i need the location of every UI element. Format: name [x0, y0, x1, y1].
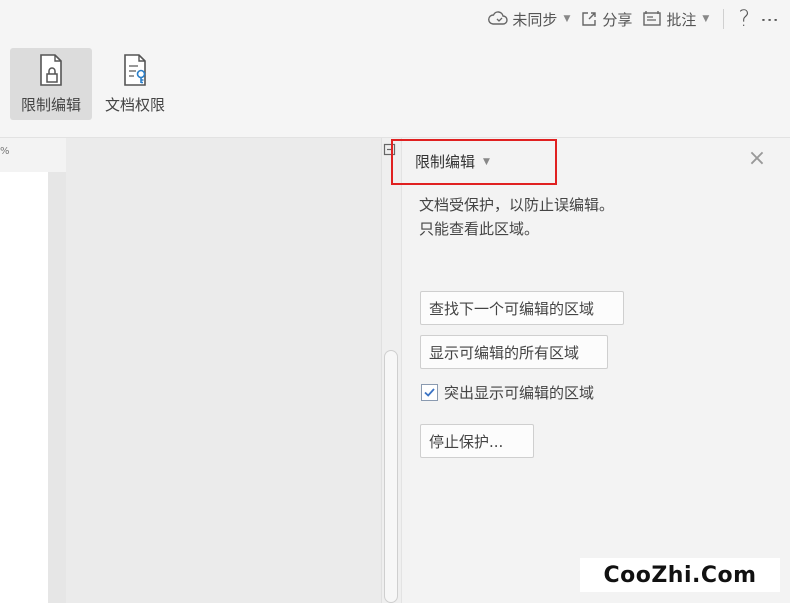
share-button[interactable]: 分享 [580, 9, 632, 30]
document-permission-label: 文档权限 [104, 96, 165, 114]
highlight-editable-label: 突出显示可编辑的区域 [444, 384, 595, 402]
highlight-editable-checkbox[interactable] [421, 384, 438, 401]
document-margin [48, 172, 66, 603]
sync-button[interactable]: 未同步 ▼ [488, 9, 570, 30]
ruler-fragment: % [0, 146, 10, 157]
ribbon: 未同步 ▼ 分享 批注 ▼ ? ⋮ 限制编辑 文档权限 [0, 0, 790, 138]
restrict-edit-icon [40, 54, 62, 86]
document-page[interactable] [0, 172, 48, 603]
chevron-down-icon: ▼ [483, 156, 490, 167]
chevron-down-icon: ▼ [702, 14, 710, 24]
cloud-sync-icon [488, 11, 509, 25]
stop-protection-button[interactable]: 停止保护... [420, 424, 534, 458]
checkmark-icon [424, 388, 435, 397]
document-background [66, 138, 381, 603]
description-line-1: 文档受保护，以防止误编辑。 [419, 196, 615, 214]
comment-label: 批注 [666, 10, 697, 29]
restrict-edit-label: 限制编辑 [20, 96, 81, 114]
panel-title: 限制编辑 [415, 153, 476, 171]
panel-title-dropdown[interactable]: 限制编辑 ▼ [415, 151, 490, 172]
vertical-scrollbar-thumb[interactable] [384, 350, 398, 603]
help-icon[interactable]: ? [738, 7, 750, 32]
chevron-down-icon: ▼ [563, 14, 571, 24]
more-options-icon[interactable]: ⋮ [759, 11, 780, 28]
comment-button[interactable]: 批注 ▼ [642, 9, 709, 30]
comment-icon [643, 11, 662, 26]
share-icon [582, 12, 597, 26]
watermark: CooZhi.Com [580, 558, 780, 592]
panel-description: 文档受保护，以防止误编辑。 只能查看此区域。 [419, 193, 614, 241]
description-line-2: 只能查看此区域。 [419, 220, 540, 238]
close-icon[interactable]: × [746, 148, 768, 170]
share-label: 分享 [602, 10, 633, 29]
toolbar-divider [723, 9, 725, 29]
document-permission-button[interactable]: 文档权限 [98, 48, 172, 120]
document-permission-icon [124, 54, 146, 86]
highlight-editable-checkbox-row[interactable]: 突出显示可编辑的区域 [421, 382, 594, 403]
find-next-editable-button[interactable]: 查找下一个可编辑的区域 [420, 291, 624, 325]
sync-label: 未同步 [512, 10, 558, 29]
top-right-toolbar: 未同步 ▼ 分享 批注 ▼ ? ⋮ [488, 4, 780, 34]
show-all-editable-button[interactable]: 显示可编辑的所有区域 [420, 335, 608, 369]
restrict-edit-button[interactable]: 限制编辑 [10, 48, 92, 120]
